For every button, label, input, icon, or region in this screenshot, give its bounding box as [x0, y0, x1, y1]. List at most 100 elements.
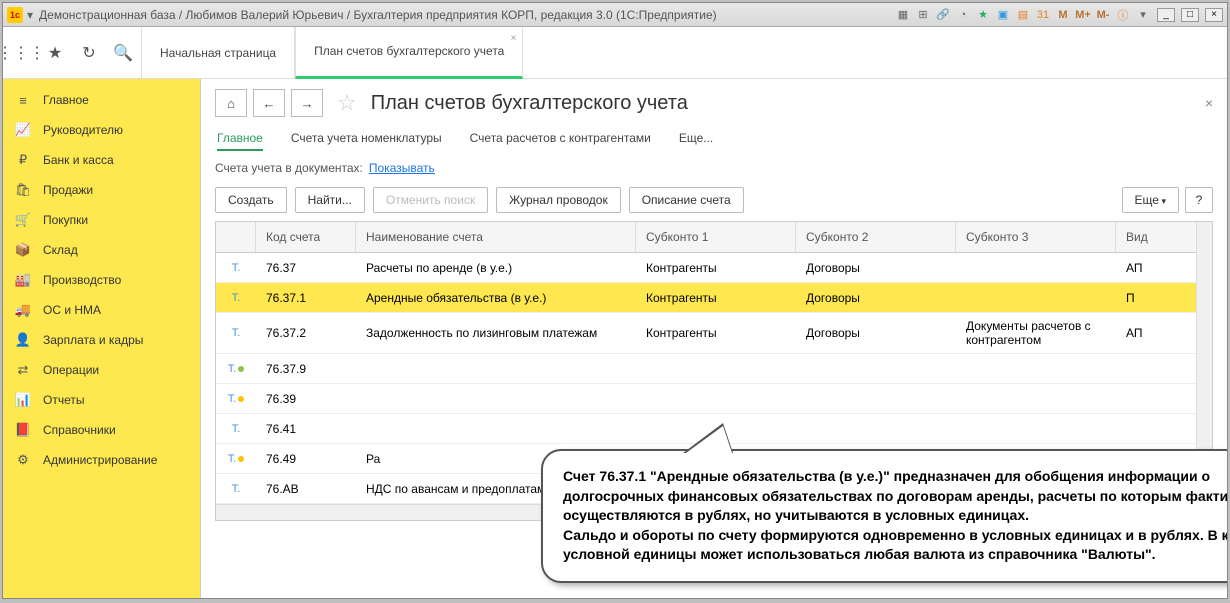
tool-icon-4[interactable]: ◔ — [955, 7, 971, 23]
sidebar-label: Операции — [43, 363, 99, 377]
sidebar-item-catalogs[interactable]: 📕Справочники — [3, 415, 200, 445]
tab-close-icon[interactable]: × — [511, 33, 517, 44]
table-row[interactable]: T.76.39 — [216, 384, 1212, 414]
more-button[interactable]: Еще — [1122, 187, 1179, 213]
table-row[interactable]: T.76.37Расчеты по аренде (в у.е.)Контраг… — [216, 253, 1212, 283]
th-sub1[interactable]: Субконто 1 — [636, 222, 796, 252]
sidebar-item-salary[interactable]: 👤 Зарплата и кадры — [3, 325, 200, 355]
row-type-icon: T. — [216, 321, 256, 345]
sidebar-item-sales[interactable]: 🛍Продажи — [3, 175, 200, 205]
tab-plan[interactable]: План счетов бухгалтерского учета × — [295, 27, 523, 79]
subtab-main[interactable]: Главное — [217, 127, 263, 151]
tool-icon-2[interactable]: ⊞ — [915, 7, 931, 23]
subtab-more[interactable]: Еще... — [679, 127, 713, 151]
chart-icon: 📈 — [15, 122, 31, 138]
calc-icon[interactable]: ▤ — [1015, 7, 1031, 23]
swap-icon: ⇄ — [15, 362, 31, 378]
cell-sub1 — [636, 363, 796, 375]
titlebar: 1c ▾ Демонстрационная база / Любимов Вал… — [3, 3, 1227, 27]
subtab-nomenclature[interactable]: Счета учета номенклатуры — [291, 127, 442, 151]
forward-button[interactable]: → — [291, 89, 323, 117]
history-icon[interactable]: ▣ — [995, 7, 1011, 23]
search-icon[interactable]: 🔍 — [113, 43, 133, 63]
sidebar-item-production[interactable]: 🏭 Производство — [3, 265, 200, 295]
titlebar-text: Демонстрационная база / Любимов Валерий … — [39, 8, 895, 22]
topbar-icons: ⋮⋮⋮ ★ ↻ 🔍 — [3, 43, 141, 63]
cart-icon: 🛒 — [15, 212, 31, 228]
star-icon[interactable]: ★ — [45, 43, 65, 63]
bars-icon: 📊 — [15, 392, 31, 408]
box-icon: 📦 — [15, 242, 31, 258]
topbar: ⋮⋮⋮ ★ ↻ 🔍 Начальная страница План счетов… — [3, 27, 1227, 79]
th-sub3[interactable]: Субконто 3 — [956, 222, 1116, 252]
back-button[interactable]: ← — [253, 89, 285, 117]
favorite-icon[interactable]: ★ — [975, 7, 991, 23]
cell-code: 76.41 — [256, 416, 356, 442]
table-row[interactable]: T.76.37.2Задолженность по лизинговым пла… — [216, 313, 1212, 354]
table-row[interactable]: T.76.37.1Арендные обязательства (в у.е.)… — [216, 283, 1212, 313]
sidebar-label: Главное — [43, 93, 89, 107]
maximize-button[interactable]: □ — [1181, 8, 1199, 22]
cell-sub2: Договоры — [796, 285, 956, 311]
th-name[interactable]: Наименование счета — [356, 222, 636, 252]
app-window: 1c ▾ Демонстрационная база / Любимов Вал… — [2, 2, 1228, 599]
sidebar-item-warehouse[interactable]: 📦 Склад — [3, 235, 200, 265]
sidebar-item-admin[interactable]: ⚙Администрирование — [3, 445, 200, 475]
m-icon[interactable]: M — [1055, 7, 1071, 23]
sidebar-label: Зарплата и кадры — [43, 333, 143, 347]
create-button[interactable]: Создать — [215, 187, 287, 213]
sidebar-item-reports[interactable]: 📊Отчеты — [3, 385, 200, 415]
favorite-star-icon[interactable]: ☆ — [337, 90, 357, 116]
sidebar-item-assets[interactable]: 🚚ОС и НМА — [3, 295, 200, 325]
gear-icon: ⚙ — [15, 452, 31, 468]
th-code[interactable]: Код счета — [256, 222, 356, 252]
callout-tail-icon — [683, 423, 733, 453]
home-button[interactable]: ⌂ — [215, 89, 247, 117]
history-nav-icon[interactable]: ↻ — [79, 43, 99, 63]
info-dd-icon[interactable]: ▾ — [1135, 7, 1151, 23]
row-type-icon: T. — [216, 417, 256, 441]
cell-sub1: Контрагенты — [636, 285, 796, 311]
info-icon[interactable]: ⓘ — [1115, 7, 1131, 23]
sidebar-item-purchase[interactable]: 🛒Покупки — [3, 205, 200, 235]
cell-sub3 — [956, 393, 1116, 405]
cell-sub3 — [956, 262, 1116, 274]
tab-home[interactable]: Начальная страница — [141, 27, 295, 79]
tool-icon-3[interactable]: 🔗 — [935, 7, 951, 23]
minimize-button[interactable]: _ — [1157, 8, 1175, 22]
cell-sub2: Договоры — [796, 320, 956, 346]
m-minus-icon[interactable]: M- — [1095, 7, 1111, 23]
m-plus-icon[interactable]: M+ — [1075, 7, 1091, 23]
help-button[interactable]: ? — [1185, 187, 1213, 213]
th-sub2[interactable]: Субконто 2 — [796, 222, 956, 252]
journal-button[interactable]: Журнал проводок — [496, 187, 621, 213]
sidebar-item-manager[interactable]: 📈Руководителю — [3, 115, 200, 145]
sidebar-item-main[interactable]: ≡ Главное — [3, 85, 200, 115]
sidebar-label: Склад — [43, 243, 78, 257]
cell-code: 76.37.1 — [256, 285, 356, 311]
cell-sub1: Контрагенты — [636, 255, 796, 281]
sidebar-item-operations[interactable]: ⇄ Операции — [3, 355, 200, 385]
person-icon: 👤 — [15, 332, 31, 348]
table-row[interactable]: T.76.37.9 — [216, 354, 1212, 384]
cell-name — [356, 363, 636, 375]
calendar-icon[interactable]: 31 — [1035, 7, 1051, 23]
cell-code: 76.37.9 — [256, 356, 356, 382]
cell-code: 76.37 — [256, 255, 356, 281]
close-button[interactable]: × — [1205, 8, 1223, 22]
titlebar-dropdown-icon[interactable]: ▾ — [27, 8, 33, 22]
sidebar-label: Производство — [43, 273, 121, 287]
description-button[interactable]: Описание счета — [629, 187, 744, 213]
page-close-icon[interactable]: × — [1205, 95, 1213, 111]
cell-code: 76.49 — [256, 446, 356, 472]
row-type-icon: T. — [216, 447, 256, 471]
subtab-contractors[interactable]: Счета расчетов с контрагентами — [470, 127, 651, 151]
doc-accounts-link[interactable]: Показывать — [369, 161, 435, 175]
tool-icon-1[interactable]: ▦ — [895, 7, 911, 23]
factory-icon: 🏭 — [15, 272, 31, 288]
find-button[interactable]: Найти... — [295, 187, 365, 213]
menu-icon: ≡ — [15, 92, 31, 108]
apps-icon[interactable]: ⋮⋮⋮ — [11, 43, 31, 63]
cell-sub3 — [956, 363, 1116, 375]
sidebar-item-bank[interactable]: ₽Банк и касса — [3, 145, 200, 175]
